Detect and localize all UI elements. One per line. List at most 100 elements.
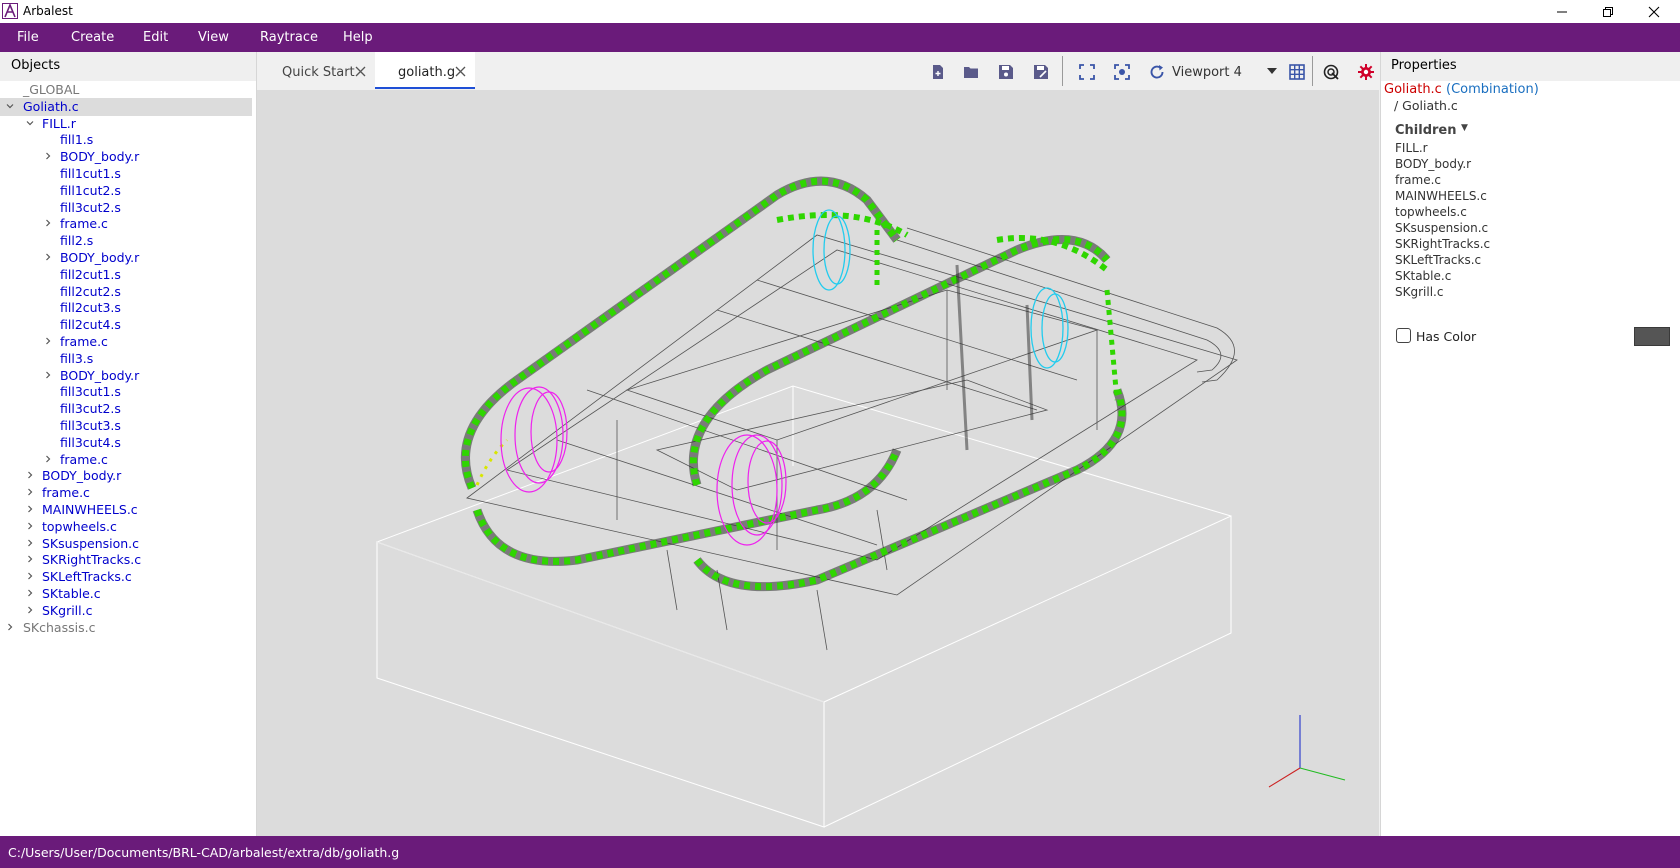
save-as-icon[interactable] — [1032, 63, 1050, 81]
tree-item[interactable]: frame.c — [0, 215, 256, 233]
tab-goliath[interactable]: goliath.g — [375, 52, 475, 89]
3d-viewport[interactable] — [257, 90, 1379, 836]
tree-item[interactable]: fill1cut2.s — [0, 182, 256, 200]
triangle-down-icon[interactable]: ▼ — [1461, 123, 1468, 133]
toolbar-separator — [1062, 56, 1063, 86]
children-section-toggle[interactable]: Children — [1395, 123, 1457, 138]
tree-item[interactable]: SKRightTracks.c — [0, 551, 256, 569]
open-folder-icon[interactable] — [962, 63, 980, 81]
child-item[interactable]: SKsuspension.c — [1395, 221, 1488, 235]
save-icon[interactable] — [997, 63, 1015, 81]
tree-item[interactable]: frame.c — [0, 484, 256, 502]
chevron-right-icon[interactable] — [5, 622, 15, 632]
color-swatch[interactable] — [1634, 327, 1670, 346]
fit-view-icon[interactable] — [1078, 63, 1096, 81]
chevron-right-icon[interactable] — [25, 487, 35, 497]
tree-item[interactable]: fill2.s — [0, 232, 256, 250]
tree-item[interactable]: fill3cut1.s — [0, 383, 256, 401]
grid-icon[interactable] — [1288, 63, 1306, 81]
tree-item[interactable]: frame.c — [0, 451, 256, 469]
tree-item-label: fill1.s — [60, 132, 94, 148]
tree-item[interactable]: SKLeftTracks.c — [0, 568, 256, 586]
child-item[interactable]: SKtable.c — [1395, 269, 1451, 283]
tree-item[interactable]: BODY_body.r — [0, 148, 256, 166]
tree-item[interactable]: SKsuspension.c — [0, 535, 256, 553]
chevron-right-icon[interactable] — [25, 538, 35, 548]
tree-item[interactable]: MAINWHEELS.c — [0, 501, 256, 519]
chevron-down-icon[interactable] — [25, 118, 35, 128]
menu-edit[interactable]: Edit — [143, 30, 168, 45]
child-item[interactable]: FILL.r — [1395, 141, 1428, 155]
minimize-button[interactable] — [1539, 0, 1585, 23]
tree-item[interactable]: _GLOBAL — [0, 81, 256, 99]
tree-item[interactable]: fill3.s — [0, 350, 256, 368]
menu-file[interactable]: File — [17, 30, 39, 45]
menu-view[interactable]: View — [198, 30, 229, 45]
tab-quick-start[interactable]: Quick Start — [257, 52, 375, 89]
chevron-right-icon[interactable] — [25, 571, 35, 581]
viewport-dropdown[interactable]: Viewport 4 — [1172, 52, 1282, 89]
chevron-right-icon[interactable] — [43, 336, 53, 346]
tree-item[interactable]: Goliath.c — [0, 97, 256, 116]
chevron-down-icon[interactable] — [5, 101, 15, 111]
raytrace-icon[interactable] — [1322, 63, 1340, 81]
tree-item-label: frame.c — [42, 485, 90, 501]
tree-item[interactable]: fill2cut1.s — [0, 266, 256, 284]
chevron-right-icon[interactable] — [25, 504, 35, 514]
minimize-icon — [1557, 11, 1567, 12]
restore-icon — [1603, 6, 1613, 17]
tree-item[interactable]: fill2cut4.s — [0, 316, 256, 334]
chevron-right-icon[interactable] — [43, 454, 53, 464]
chevron-right-icon[interactable] — [25, 554, 35, 564]
tree-item[interactable]: fill2cut2.s — [0, 283, 256, 301]
has-color-checkbox[interactable] — [1396, 328, 1411, 343]
menu-raytrace[interactable]: Raytrace — [260, 30, 318, 45]
child-item[interactable]: SKLeftTracks.c — [1395, 253, 1481, 267]
menu-create[interactable]: Create — [71, 30, 114, 45]
tree-item[interactable]: topwheels.c — [0, 518, 256, 536]
settings-gear-icon[interactable] — [1357, 63, 1375, 81]
child-item[interactable]: MAINWHEELS.c — [1395, 189, 1487, 203]
reset-view-icon[interactable] — [1148, 63, 1166, 81]
new-file-icon[interactable] — [929, 63, 947, 81]
child-item[interactable]: SKRightTracks.c — [1395, 237, 1490, 251]
tree-item[interactable]: SKtable.c — [0, 585, 256, 603]
child-item[interactable]: SKgrill.c — [1395, 285, 1443, 299]
restore-button[interactable] — [1585, 0, 1631, 23]
tree-item[interactable]: fill1.s — [0, 131, 256, 149]
chevron-right-icon[interactable] — [43, 218, 53, 228]
tree-item[interactable]: fill1cut1.s — [0, 165, 256, 183]
tree-item[interactable]: FILL.r — [0, 115, 256, 133]
child-item[interactable]: topwheels.c — [1395, 205, 1467, 219]
tree-item[interactable]: SKchassis.c — [0, 619, 256, 637]
menu-help[interactable]: Help — [343, 30, 373, 45]
tree-item[interactable]: fill3cut3.s — [0, 417, 256, 435]
close-tab-goliath-icon[interactable] — [455, 66, 466, 77]
tree-item[interactable]: BODY_body.r — [0, 249, 256, 267]
tree-item-label: fill2cut1.s — [60, 266, 121, 282]
chevron-right-icon[interactable] — [25, 588, 35, 598]
close-tab-quick-start-icon[interactable] — [355, 66, 366, 77]
tree-item[interactable]: fill3cut2.s — [0, 400, 256, 418]
tree-item[interactable]: fill3cut2.s — [0, 199, 256, 217]
child-item[interactable]: frame.c — [1395, 173, 1441, 187]
tree-item[interactable]: fill3cut4.s — [0, 434, 256, 452]
selected-object-name: Goliath.c — [1384, 82, 1442, 97]
chevron-right-icon[interactable] — [25, 521, 35, 531]
tree-item[interactable]: fill2cut3.s — [0, 299, 256, 317]
tree-item[interactable]: BODY_body.r — [0, 467, 256, 485]
chevron-right-icon[interactable] — [25, 470, 35, 480]
tree-item[interactable]: frame.c — [0, 333, 256, 351]
tree-item[interactable]: SKgrill.c — [0, 602, 256, 620]
chevron-right-icon[interactable] — [25, 605, 35, 615]
tree-item-label: frame.c — [60, 451, 108, 467]
focus-selection-icon[interactable] — [1113, 63, 1131, 81]
chevron-right-icon[interactable] — [43, 252, 53, 262]
close-window-button[interactable] — [1631, 0, 1677, 23]
chevron-right-icon[interactable] — [43, 151, 53, 161]
object-type-link[interactable]: Combination — [1451, 82, 1534, 97]
child-item[interactable]: BODY_body.r — [1395, 157, 1471, 171]
chevron-right-icon[interactable] — [43, 370, 53, 380]
tree-item[interactable]: BODY_body.r — [0, 367, 256, 385]
tree-item-label: fill2cut4.s — [60, 317, 121, 333]
